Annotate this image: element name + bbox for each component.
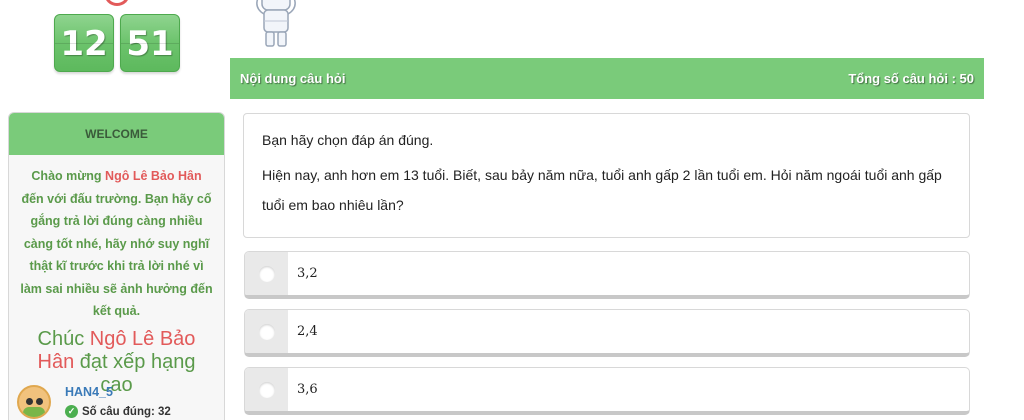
radio-button-icon[interactable] [258,323,275,340]
radio-button-icon[interactable] [258,265,275,282]
answer-radio-area[interactable] [245,310,288,353]
answer-label: 2,4 [297,324,318,339]
question-instruction: Bạn hãy chọn đáp án đúng. [262,132,434,148]
answer-option-3[interactable]: 3,6 [244,367,970,415]
timer-seconds: 51 [120,14,180,72]
welcome-message-prefix: Chào mừng [31,169,106,183]
alarm-clock-icon [104,0,130,6]
radio-button-icon[interactable] [258,381,275,398]
welcome-panel: WELCOME Chào mừng Ngô Lê Bảo Hân đến với… [8,112,225,420]
welcome-message: Chào mừng Ngô Lê Bảo Hân đến với đấu trư… [9,155,224,323]
player-name: Ngô Lê Bảo Hân [105,169,202,183]
robot-mascot-icon [256,0,296,47]
countdown-timer: 12 51 [54,14,180,72]
avatar [17,385,51,419]
welcome-message-suffix: đến với đấu trường. Bạn hãy cố gắng trả … [20,191,213,319]
correct-count: Số câu đúng: 32 [82,405,171,418]
question-count: Tổng số câu hỏi : 50 [848,71,974,86]
question-card: Bạn hãy chọn đáp án đúng. Hiện nay, anh … [243,113,970,238]
answer-label: 3,2 [297,266,318,281]
header-title: Nội dung câu hỏi [240,71,346,86]
answer-label: 3,6 [297,382,318,397]
user-info: HAN4_5 ✓ Số câu đúng: 32 [65,385,171,419]
answer-radio-area[interactable] [245,252,288,295]
timer-minutes: 12 [54,14,114,72]
question-text: Hiện nay, anh hơn em 13 tuổi. Biết, sau … [262,167,942,213]
user-info-row: HAN4_5 ✓ Số câu đúng: 32 [17,385,171,419]
wish-prefix: Chúc [37,327,90,350]
answer-option-1[interactable]: 3,2 [244,251,970,299]
username[interactable]: HAN4_5 [65,385,171,399]
answer-option-2[interactable]: 2,4 [244,309,970,357]
correct-count-row: ✓ Số câu đúng: 32 [65,405,171,418]
check-circle-icon: ✓ [65,405,78,418]
answer-radio-area[interactable] [245,368,288,411]
question-header: Nội dung câu hỏi Tổng số câu hỏi : 50 [230,58,984,99]
welcome-title: WELCOME [9,113,224,155]
